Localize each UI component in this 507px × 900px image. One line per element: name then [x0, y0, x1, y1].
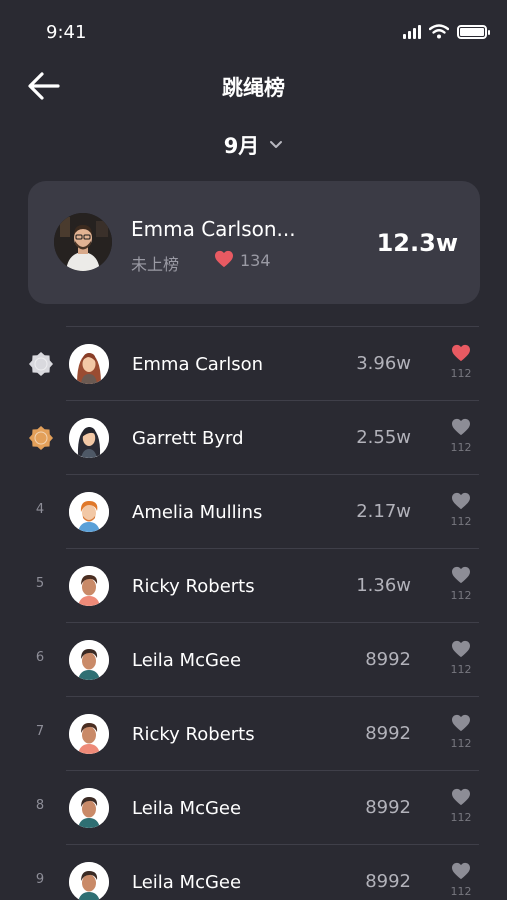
ranking-row[interactable]: 9 Leila McGee 8992 112 [0, 844, 507, 900]
user-avatar [69, 862, 109, 900]
silver-medal-icon [29, 352, 53, 376]
like-count: 112 [450, 663, 472, 676]
like-count: 112 [450, 515, 472, 528]
like-button[interactable]: 112 [447, 418, 475, 456]
like-button[interactable]: 112 [447, 344, 475, 382]
page-title: 跳绳榜 [222, 76, 285, 100]
user-score: 8992 [365, 723, 411, 744]
my-score: 12.3w [376, 229, 458, 257]
user-avatar [69, 344, 109, 384]
like-count: 112 [450, 589, 472, 602]
user-name: Ricky Roberts [132, 576, 255, 597]
user-name: Leila McGee [132, 798, 242, 819]
like-count: 112 [450, 367, 472, 380]
my-name: Emma Carlson... [131, 217, 296, 241]
bronze-medal-icon [29, 426, 53, 450]
like-button[interactable]: 112 [447, 492, 475, 530]
user-name: Garrett Byrd [132, 428, 244, 449]
ranking-row[interactable]: 7 Ricky Roberts 8992 112 [0, 696, 507, 770]
ranking-row[interactable]: 8 Leila McGee 8992 112 [0, 770, 507, 844]
like-count: 112 [450, 737, 472, 750]
status-bar: 9:41 [0, 0, 507, 64]
user-name: Amelia Mullins [132, 502, 263, 523]
ranking-row[interactable]: 6 Leila McGee 8992 112 [0, 622, 507, 696]
my-rank-card[interactable]: Emma Carlson... 未上榜 134 12.3w [28, 181, 480, 304]
app-screen: 9:41 跳绳榜 9月 Emma Carlson... 未上榜 134 12.3… [0, 0, 507, 900]
user-name: Leila McGee [132, 650, 242, 671]
user-score: 8992 [365, 871, 411, 892]
like-count: 112 [450, 441, 472, 454]
my-like-count: 134 [240, 251, 271, 270]
like-button[interactable]: 112 [447, 566, 475, 604]
ranking-row[interactable]: Garrett Byrd 2.55w 112 [0, 400, 507, 474]
chevron-down-icon [270, 141, 283, 148]
user-score: 2.55w [356, 427, 411, 448]
user-name: Ricky Roberts [132, 724, 255, 745]
like-button[interactable]: 112 [447, 788, 475, 826]
like-button[interactable]: 112 [447, 640, 475, 678]
user-name: Leila McGee [132, 872, 242, 893]
user-avatar [69, 566, 109, 606]
battery-icon [457, 24, 490, 39]
user-score: 8992 [365, 797, 411, 818]
user-score: 1.36w [356, 575, 411, 596]
user-avatar [69, 492, 109, 532]
status-icons [403, 24, 490, 39]
status-time: 9:41 [46, 22, 87, 43]
signal-icon [403, 24, 421, 39]
ranking-row[interactable]: Emma Carlson 3.96w 112 [0, 326, 507, 400]
user-avatar [69, 714, 109, 754]
ranking-row[interactable]: 5 Ricky Roberts 1.36w 112 [0, 548, 507, 622]
wifi-icon [429, 24, 449, 39]
month-label: 9月 [223, 134, 260, 158]
like-button[interactable]: 112 [447, 714, 475, 752]
heart-icon [215, 250, 233, 268]
user-avatar [69, 418, 109, 458]
like-button[interactable]: 112 [447, 862, 475, 900]
user-avatar [69, 788, 109, 828]
rank-number: 5 [35, 576, 45, 591]
like-count: 112 [450, 885, 472, 898]
my-rank-status: 未上榜 [131, 255, 180, 274]
user-score: 8992 [365, 649, 411, 670]
month-selector[interactable]: 9月 [0, 130, 507, 160]
user-avatar [69, 640, 109, 680]
ranking-row[interactable]: 4 Amelia Mullins 2.17w 112 [0, 474, 507, 548]
like-count: 112 [450, 811, 472, 824]
ranking-list: Emma Carlson 3.96w 112 Garrett Byrd 2.55… [0, 326, 507, 900]
rank-number: 9 [35, 872, 45, 887]
rank-number: 8 [35, 798, 45, 813]
user-score: 3.96w [356, 353, 411, 374]
user-name: Emma Carlson [132, 354, 263, 375]
rank-number: 7 [35, 724, 45, 739]
my-avatar [54, 213, 112, 271]
user-score: 2.17w [356, 501, 411, 522]
rank-number: 4 [35, 502, 45, 517]
rank-number: 6 [35, 650, 45, 665]
